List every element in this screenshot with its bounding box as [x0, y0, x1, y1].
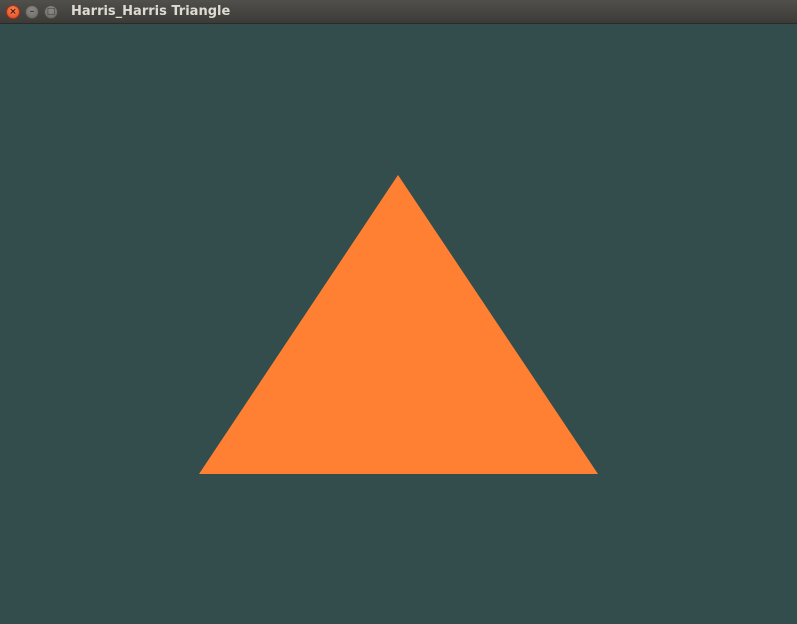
scene-svg [0, 24, 797, 624]
titlebar[interactable]: × – □ Harris_Harris Triangle [0, 0, 797, 24]
app-window: × – □ Harris_Harris Triangle [0, 0, 797, 624]
window-title: Harris_Harris Triangle [71, 4, 231, 19]
minimize-icon[interactable]: – [25, 5, 39, 19]
maximize-icon[interactable]: □ [44, 5, 58, 19]
close-icon[interactable]: × [6, 5, 20, 19]
render-canvas [0, 24, 797, 624]
